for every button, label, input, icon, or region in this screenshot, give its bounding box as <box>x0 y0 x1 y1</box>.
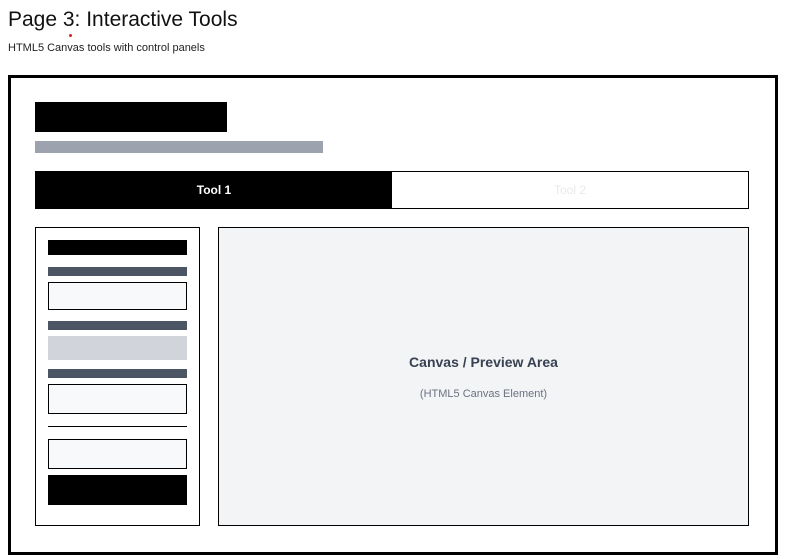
heading-placeholder <box>35 102 227 132</box>
slider-control[interactable] <box>48 336 187 360</box>
control-panel <box>35 227 200 526</box>
subheading-placeholder <box>35 141 323 153</box>
field-label-placeholder <box>48 369 187 378</box>
page-subtitle: HTML5 Canvas tools with control panels <box>8 42 205 54</box>
tab-tool-2[interactable]: Tool 2 <box>392 172 748 208</box>
field-label-placeholder <box>48 267 187 276</box>
text-input-3[interactable] <box>48 439 187 469</box>
text-input-2[interactable] <box>48 384 187 414</box>
canvas-subtitle: (HTML5 Canvas Element) <box>419 388 548 400</box>
page-title: Page 3: Interactive Tools <box>8 8 238 31</box>
cursor-marker-dot <box>69 34 72 37</box>
text-input-1[interactable] <box>48 282 187 310</box>
panel-divider <box>48 426 187 427</box>
tool-frame: Tool 1 Tool 2 Canvas / Preview Area (HTM… <box>8 75 778 555</box>
control-panel-heading-placeholder <box>48 240 187 255</box>
field-label-placeholder <box>48 321 187 330</box>
canvas-title: Canvas / Preview Area <box>409 354 558 370</box>
apply-button[interactable] <box>48 475 187 505</box>
tool-tabs: Tool 1 Tool 2 <box>35 171 749 209</box>
page: Page 3: Interactive Tools HTML5 Canvas t… <box>0 0 786 560</box>
canvas-preview-area[interactable]: Canvas / Preview Area (HTML5 Canvas Elem… <box>218 227 749 526</box>
tab-tool-1[interactable]: Tool 1 <box>36 172 392 208</box>
